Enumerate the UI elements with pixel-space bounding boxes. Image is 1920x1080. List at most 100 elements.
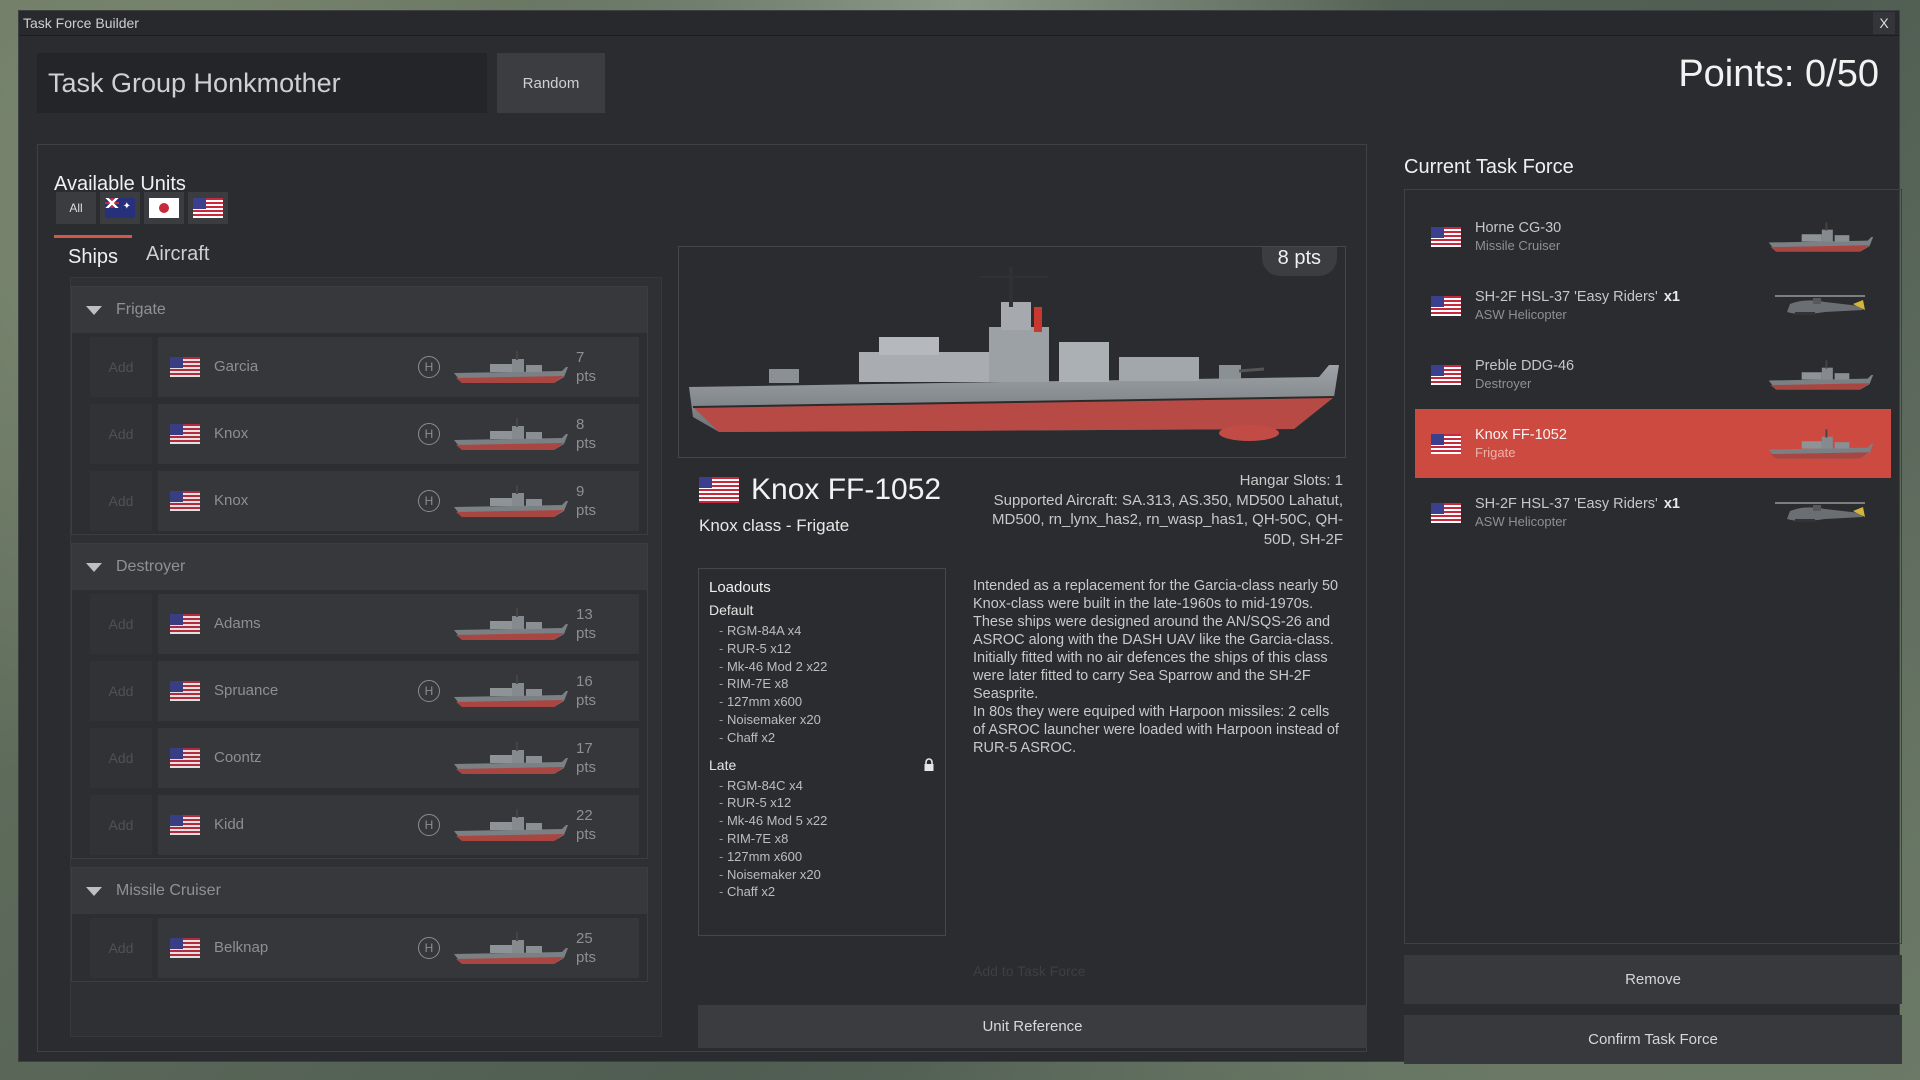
group-header[interactable]: Missile Cruiser <box>72 868 647 914</box>
supported-aircraft: Supported Aircraft: SA.313, AS.350, MD50… <box>992 491 1343 548</box>
group-header[interactable]: Frigate <box>72 287 647 333</box>
helipad-icon: H <box>418 813 440 836</box>
task-force-item[interactable]: Horne CG-30 Missile Cruiser <box>1415 202 1891 271</box>
ship-thumbnail-icon <box>454 484 568 517</box>
unit-card-name: Coontz <box>214 749 262 766</box>
title-bar: Task Force Builder X <box>19 11 1899 36</box>
random-button[interactable]: Random <box>497 53 605 113</box>
unit-group: Frigate Add Garcia H 7 pts Add Knox H 8 pts Add Knox… <box>71 286 648 535</box>
current-task-force-title: Current Task Force <box>1404 156 1574 178</box>
loadout-item: 127mm x600 <box>719 848 935 866</box>
unit-row: Add Spruance H 16 pts <box>72 657 647 724</box>
add-unit-button[interactable]: Add <box>90 917 152 978</box>
unit-points-value: 22 <box>576 806 593 824</box>
unit-card[interactable]: Knox H 8 pts <box>158 403 639 464</box>
add-unit-button[interactable]: Add <box>90 593 152 654</box>
nation-filter-row: All <box>56 192 228 224</box>
remove-button[interactable]: Remove <box>1404 955 1902 1004</box>
unit-card[interactable]: Coontz 17 pts <box>158 727 639 788</box>
task-force-item[interactable]: Preble DDG-46 Destroyer <box>1415 340 1891 409</box>
loadout-item: RIM-7E x8 <box>719 830 935 848</box>
australia-flag-icon <box>105 198 135 218</box>
frigate-illustration <box>689 267 1339 441</box>
confirm-task-force-button[interactable]: Confirm Task Force <box>1404 1015 1902 1064</box>
loadout-default-label: Default <box>709 602 754 618</box>
loadout-late[interactable]: Late <box>709 757 935 773</box>
group-header[interactable]: Destroyer <box>72 544 647 590</box>
task-force-item-type: Missile Cruiser <box>1475 238 1561 253</box>
collapse-triangle-icon <box>86 305 102 315</box>
task-force-item-name-line: Horne CG-30 <box>1475 220 1765 236</box>
unit-points-suffix: pts <box>576 948 597 966</box>
filter-all-button[interactable]: All <box>56 192 96 224</box>
loadout-item: Chaff x2 <box>719 729 935 747</box>
unit-points-suffix: pts <box>576 758 597 776</box>
unit-group: Missile Cruiser Add Belknap H 25 pts <box>71 867 648 982</box>
unit-points-value: 7 <box>576 348 585 366</box>
task-force-item-type: ASW Helicopter <box>1475 307 1567 322</box>
loadout-item: RUR-5 x12 <box>719 794 935 812</box>
usa-flag-icon <box>170 613 200 634</box>
task-force-item-name-line: Preble DDG-46 <box>1475 358 1765 374</box>
usa-flag-icon <box>193 198 223 218</box>
unit-card[interactable]: Garcia H 7 pts <box>158 336 639 397</box>
unit-points-badge: 8 pts <box>1261 247 1337 276</box>
points-counter: Points: 0/50 <box>1678 53 1879 95</box>
close-button[interactable]: X <box>1873 12 1895 34</box>
task-force-item-text: SH-2F HSL-37 'Easy Riders' x1 ASW Helicopt… <box>1475 289 1765 322</box>
filter-japan-button[interactable] <box>144 192 184 224</box>
loadout-item: RUR-5 x12 <box>719 640 935 658</box>
task-force-item[interactable]: Knox FF-1052 Frigate <box>1415 409 1891 478</box>
add-unit-button[interactable]: Add <box>90 403 152 464</box>
unit-class: Knox class - Frigate <box>699 516 850 535</box>
helipad-icon: H <box>418 489 440 512</box>
default-loadout-list: RGM-84A x4RUR-5 x12Mk-46 Mod 2 x22RIM-7E… <box>719 622 935 747</box>
unit-card[interactable]: Kidd H 22 pts <box>158 794 639 855</box>
helipad-icon: H <box>418 679 440 702</box>
filter-australia-button[interactable] <box>100 192 140 224</box>
unit-points: 25 pts <box>576 929 610 967</box>
add-to-task-force-button[interactable]: Add to Task Force <box>973 963 1086 979</box>
unit-group: Destroyer Add Adams 13 pts Add Spruance H 16 pts A… <box>71 543 648 859</box>
unit-card[interactable]: Knox H 9 pts <box>158 470 639 531</box>
ship-thumbnail-icon <box>454 931 568 964</box>
ship-thumbnail-icon <box>454 808 568 841</box>
unit-reference-button[interactable]: Unit Reference <box>698 1005 1367 1048</box>
ship-thumbnail-icon <box>1768 221 1874 252</box>
ship-thumbnail-icon <box>454 741 568 774</box>
task-force-item[interactable]: SH-2F HSL-37 'Easy Riders' x1 ASW Helicopt… <box>1415 271 1891 340</box>
add-unit-button[interactable]: Add <box>90 336 152 397</box>
task-force-item-name: Horne CG-30 <box>1475 220 1562 236</box>
loadout-item: Noisemaker x20 <box>719 866 935 884</box>
add-unit-button[interactable]: Add <box>90 660 152 721</box>
task-force-item[interactable]: SH-2F HSL-37 'Easy Riders' x1 ASW Helicopt… <box>1415 478 1891 547</box>
unit-list[interactable]: Frigate Add Garcia H 7 pts Add Knox H 8 pts Add Knox… <box>70 277 662 1037</box>
usa-flag-icon <box>170 747 200 768</box>
usa-flag-icon <box>1431 433 1461 454</box>
unit-points-value: 25 <box>576 929 593 947</box>
ship-thumbnail-icon <box>454 674 568 707</box>
usa-flag-icon <box>1431 502 1461 523</box>
tab-ships[interactable]: Ships <box>54 235 133 277</box>
add-unit-button[interactable]: Add <box>90 727 152 788</box>
filter-usa-button[interactable] <box>188 192 228 224</box>
add-unit-button[interactable]: Add <box>90 794 152 855</box>
task-group-name-input[interactable] <box>37 53 487 113</box>
add-unit-button[interactable]: Add <box>90 470 152 531</box>
unit-points: 16 pts <box>576 672 610 710</box>
loadout-item: Noisemaker x20 <box>719 711 935 729</box>
loadout-default[interactable]: Default <box>709 602 935 618</box>
loadout-item: RGM-84A x4 <box>719 622 935 640</box>
tab-aircraft[interactable]: Aircraft <box>132 235 223 277</box>
unit-card[interactable]: Adams 13 pts <box>158 593 639 654</box>
unit-card[interactable]: Belknap H 25 pts <box>158 917 639 978</box>
task-force-item-name: SH-2F HSL-37 'Easy Riders' <box>1475 496 1658 512</box>
unit-row: Add Garcia H 7 pts <box>72 333 647 400</box>
task-force-item-text: Preble DDG-46 Destroyer <box>1475 358 1765 391</box>
task-force-item-name: SH-2F HSL-37 'Easy Riders' <box>1475 289 1658 305</box>
unit-title: Knox FF-1052 <box>699 473 941 507</box>
loadout-item: Chaff x2 <box>719 883 935 901</box>
unit-card[interactable]: Spruance H 16 pts <box>158 660 639 721</box>
unit-points-value: 9 <box>576 482 585 500</box>
task-force-item-text: Knox FF-1052 Frigate <box>1475 427 1765 460</box>
